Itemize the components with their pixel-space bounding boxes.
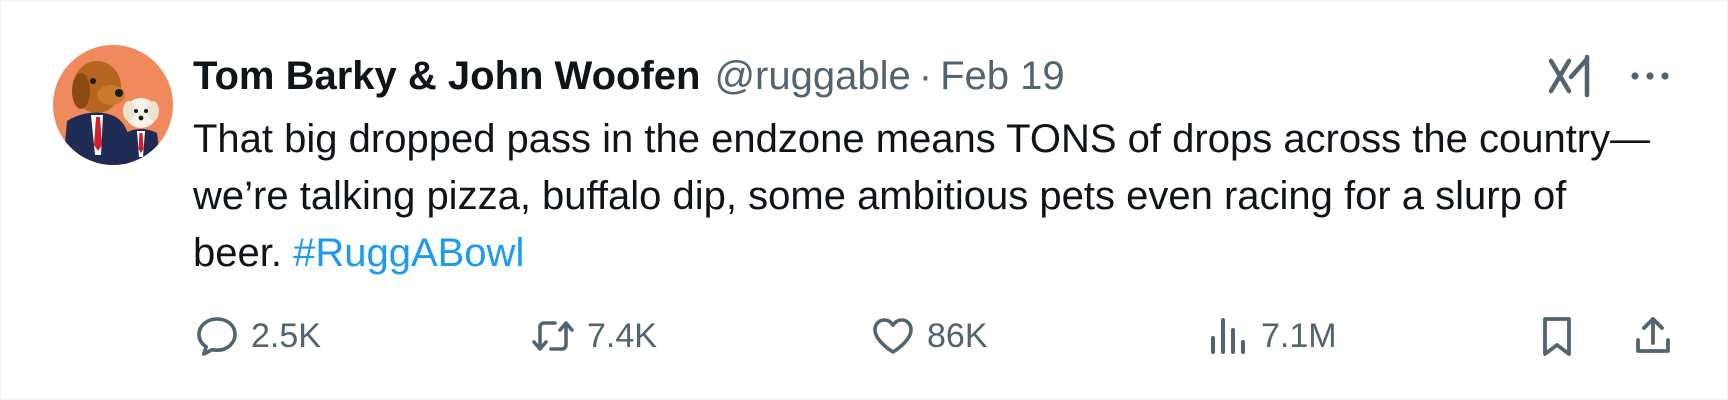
views-count: 7.1M (1261, 316, 1337, 355)
tweet-card[interactable]: Tom Barky & John Woofen @ruggable · Feb … (0, 0, 1728, 400)
retweet-count: 7.4K (587, 316, 657, 355)
separator-dot: · (918, 54, 933, 98)
tweet-actions: 2.5K 7.4K 86K 7.1M (193, 306, 1679, 366)
author-handle[interactable]: @ruggable (714, 51, 910, 101)
avatar-image (53, 45, 173, 165)
avatar[interactable] (53, 45, 173, 165)
reply-button[interactable]: 2.5K (193, 306, 321, 366)
like-button[interactable]: 86K (869, 306, 988, 366)
grok-icon[interactable] (1547, 53, 1595, 99)
more-options-icon[interactable] (1627, 59, 1673, 93)
hashtag-link[interactable]: #RuggABowl (293, 231, 524, 275)
heart-icon (873, 318, 913, 354)
reply-icon (197, 317, 237, 356)
like-count: 86K (927, 316, 988, 355)
retweet-icon (532, 321, 574, 351)
author-name[interactable]: Tom Barky & John Woofen (193, 51, 700, 101)
share-button[interactable] (1629, 306, 1677, 366)
reply-count: 2.5K (251, 316, 321, 355)
views-chart-icon (1211, 318, 1245, 354)
tweet-header: Tom Barky & John Woofen @ruggable · Feb … (193, 51, 1065, 101)
retweet-button[interactable]: 7.4K (529, 306, 657, 366)
bookmark-icon (1543, 317, 1571, 356)
views-button[interactable]: 7.1M (1203, 306, 1337, 366)
tweet-text: That big dropped pass in the endzone mea… (193, 111, 1653, 282)
share-icon (1636, 317, 1670, 353)
tweet-date[interactable]: Feb 19 (940, 51, 1065, 101)
bookmark-button[interactable] (1533, 306, 1581, 366)
